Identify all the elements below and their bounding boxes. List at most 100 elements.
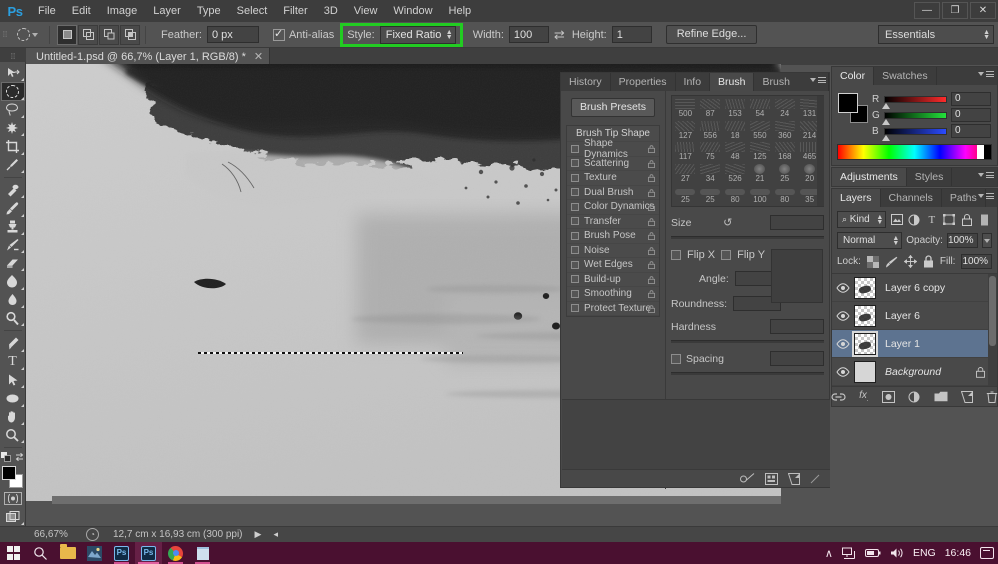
brush-preset-item[interactable]: 500 <box>673 97 698 118</box>
zoom-tool[interactable] <box>1 426 25 444</box>
brush-preset-item[interactable]: 556 <box>698 119 723 140</box>
style-select[interactable]: Fixed Ratio ▲ ▼ <box>379 25 456 44</box>
blend-mode-select[interactable]: Normal ▲ ▼ <box>837 232 903 249</box>
adjustment-filter-icon[interactable] <box>907 211 922 228</box>
lock-icon[interactable] <box>648 261 655 269</box>
opacity-dropdown-button[interactable] <box>981 233 992 248</box>
antialias-checkbox-group[interactable]: Anti-alias <box>272 27 334 41</box>
menu-edit[interactable]: Edit <box>64 0 99 22</box>
brush-option-shape-dynamics[interactable]: Shape Dynamics <box>567 138 659 160</box>
brush-preset-item[interactable]: 18 <box>723 119 748 140</box>
document-info-icon[interactable]: ◔ <box>86 528 99 541</box>
brush-preset-item[interactable]: 125 <box>748 140 773 161</box>
brush-preset-item[interactable]: 34 <box>698 162 723 183</box>
shape-filter-icon[interactable] <box>942 211 957 228</box>
spacing-input[interactable] <box>770 351 824 366</box>
checkbox[interactable] <box>571 159 579 168</box>
dodge-tool[interactable] <box>1 309 25 327</box>
battery-icon[interactable] <box>864 548 881 558</box>
channel-slider[interactable] <box>882 95 947 109</box>
add-style-icon[interactable]: fx. <box>859 390 869 403</box>
options-bar-grip[interactable]: ⁞⁞ <box>0 22 10 48</box>
menu-filter[interactable]: Filter <box>275 0 315 22</box>
brush-preset-item[interactable]: 25 <box>698 183 723 204</box>
lock-position-icon[interactable] <box>903 255 917 268</box>
panel-menu-button[interactable] <box>810 77 826 83</box>
checkbox[interactable] <box>571 217 579 226</box>
brush-preset-item[interactable]: 168 <box>772 140 797 161</box>
link-layers-icon[interactable] <box>831 392 846 402</box>
start-button[interactable] <box>0 542 27 564</box>
fill-input[interactable]: 100% <box>961 254 993 269</box>
lock-icon[interactable] <box>648 304 655 313</box>
flip-y-checkbox[interactable] <box>721 250 732 260</box>
slider-thumb[interactable] <box>882 134 890 141</box>
swap-dimensions-icon[interactable]: ⇄ <box>554 27 565 43</box>
crop-tool[interactable] <box>1 137 25 155</box>
height-input[interactable] <box>611 26 652 43</box>
swap-colors-icon[interactable] <box>14 452 25 463</box>
clone-stamp-tool[interactable] <box>1 218 25 236</box>
menu-window[interactable]: Window <box>385 0 440 22</box>
brush-preset-item[interactable]: 153 <box>723 97 748 118</box>
spacing-checkbox[interactable] <box>671 353 681 364</box>
new-adjustment-icon[interactable] <box>908 391 921 403</box>
brush-preset-item[interactable]: 87 <box>698 97 723 118</box>
brush-option-wet-edges[interactable]: Wet Edges <box>567 258 659 273</box>
channel-slider[interactable] <box>882 127 947 141</box>
brush-option-brush-pose[interactable]: Brush Pose <box>567 229 659 244</box>
lock-icon[interactable] <box>648 217 655 226</box>
menu-type[interactable]: Type <box>189 0 229 22</box>
checkbox[interactable] <box>571 202 579 211</box>
slider-thumb[interactable] <box>882 118 890 125</box>
healing-brush-tool[interactable] <box>1 181 25 199</box>
layer-thumbnail[interactable] <box>854 332 876 355</box>
default-colors-icon[interactable] <box>0 451 12 463</box>
file-explorer-button[interactable] <box>54 542 81 564</box>
blur-tool[interactable] <box>1 291 25 309</box>
tab-swatches[interactable]: Swatches <box>874 67 937 85</box>
resize-handle-icon[interactable] <box>810 474 820 484</box>
brush-preset-item[interactable]: 75 <box>698 140 723 161</box>
path-selection-tool[interactable] <box>1 371 25 389</box>
layer-name[interactable]: Layer 1 <box>885 338 920 350</box>
layer-visibility-icon[interactable] <box>836 310 854 321</box>
add-to-selection-button[interactable] <box>78 24 98 45</box>
filter-toggle-icon[interactable] <box>977 211 992 228</box>
layer-visibility-icon[interactable] <box>836 282 854 293</box>
lock-icon[interactable] <box>648 145 655 153</box>
brush-option-protect-texture[interactable]: Protect Texture <box>567 302 659 316</box>
menu-view[interactable]: View <box>346 0 386 22</box>
brush-preset-item[interactable]: 27 <box>673 162 698 183</box>
brush-preset-item[interactable]: 360 <box>772 119 797 140</box>
layer-visibility-icon[interactable] <box>836 366 854 377</box>
type-filter-icon[interactable]: T <box>925 211 940 228</box>
opacity-input[interactable]: 100% <box>946 233 978 248</box>
brush-preset-item[interactable]: 25 <box>772 162 797 183</box>
brush-preset-item[interactable]: 48 <box>723 140 748 161</box>
size-slider[interactable] <box>671 236 824 239</box>
elliptical-marquee-tool[interactable] <box>0 82 25 101</box>
panel-menu-button[interactable] <box>978 172 994 178</box>
lock-icon[interactable] <box>648 275 655 284</box>
antialias-checkbox[interactable] <box>272 27 285 41</box>
layer-kind-filter[interactable]: ⌕ Kind ▲ ▼ <box>837 211 887 228</box>
brush-option-noise[interactable]: Noise <box>567 244 659 258</box>
brush-option-transfer[interactable]: Transfer <box>567 215 659 229</box>
app-button[interactable] <box>81 542 108 564</box>
close-icon[interactable]: ✕ <box>254 50 263 63</box>
intersect-with-selection-button[interactable] <box>120 24 140 45</box>
restore-button[interactable]: ❐ <box>942 2 968 19</box>
checkbox[interactable] <box>571 260 579 269</box>
status-menu-arrow-icon[interactable]: ▶ <box>255 529 262 540</box>
lock-icon[interactable] <box>648 174 655 182</box>
menu-file[interactable]: File <box>30 0 64 22</box>
width-input[interactable] <box>508 26 549 43</box>
move-tool[interactable] <box>1 64 25 82</box>
reset-size-icon[interactable]: ↺ <box>723 216 732 229</box>
checkbox[interactable] <box>571 144 579 153</box>
tab-brush[interactable]: Brush <box>710 73 755 91</box>
foreground-color-swatch[interactable] <box>1 466 16 481</box>
brush-preset-item[interactable]: 117 <box>673 140 698 161</box>
brush-option-color-dynamics[interactable]: Color Dynamics <box>567 200 659 215</box>
